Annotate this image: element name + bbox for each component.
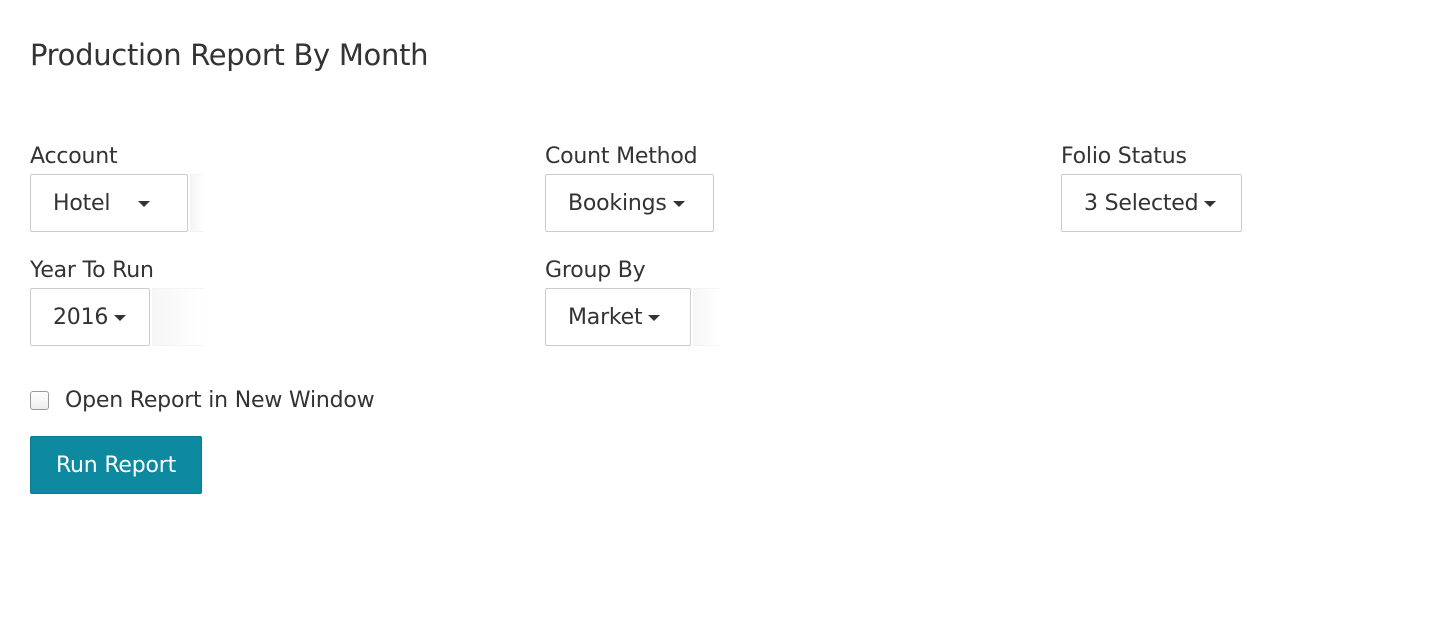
- caret-down-icon: [672, 201, 685, 207]
- dropdown-shadow: [152, 288, 204, 346]
- caret-down-icon: [114, 315, 127, 321]
- count-method-value: Bookings: [568, 190, 667, 216]
- account-dropdown[interactable]: Hotel: [30, 174, 188, 232]
- folio-status-value: 3 Selected: [1084, 190, 1199, 216]
- account-label: Account: [30, 144, 118, 169]
- caret-down-icon: [138, 201, 151, 207]
- run-report-button[interactable]: Run Report: [30, 436, 202, 494]
- page-title: Production Report By Month: [30, 38, 429, 72]
- folio-status-dropdown[interactable]: 3 Selected: [1061, 174, 1242, 232]
- year-to-run-dropdown[interactable]: 2016: [30, 288, 150, 346]
- open-new-window-checkbox[interactable]: [30, 391, 49, 410]
- open-new-window-option[interactable]: Open Report in New Window: [30, 388, 375, 413]
- count-method-label: Count Method: [545, 144, 698, 169]
- group-by-value: Market: [568, 304, 643, 330]
- year-to-run-label: Year To Run: [30, 258, 154, 283]
- open-new-window-label: Open Report in New Window: [65, 388, 375, 413]
- folio-status-label: Folio Status: [1061, 144, 1187, 169]
- year-to-run-value: 2016: [53, 304, 109, 330]
- count-method-dropdown[interactable]: Bookings: [545, 174, 714, 232]
- caret-down-icon: [648, 315, 661, 321]
- group-by-dropdown[interactable]: Market: [545, 288, 691, 346]
- account-value: Hotel: [53, 190, 111, 216]
- caret-down-icon: [1204, 201, 1217, 207]
- dropdown-shadow: [190, 174, 204, 232]
- dropdown-shadow: [693, 288, 719, 346]
- group-by-label: Group By: [545, 258, 646, 283]
